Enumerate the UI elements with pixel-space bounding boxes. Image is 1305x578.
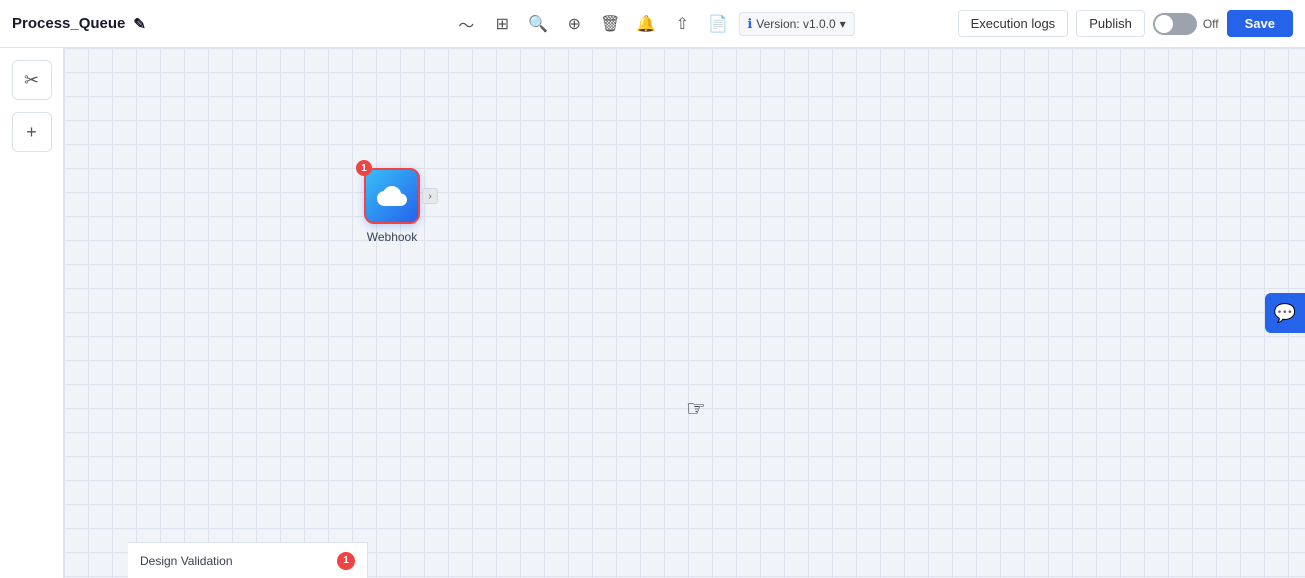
tools-button[interactable]: ✂ xyxy=(12,60,52,100)
curve-tool-button[interactable]: 〜 xyxy=(450,8,482,40)
toggle-wrap: Off xyxy=(1153,13,1219,35)
delete-button[interactable]: 🗑 xyxy=(594,8,626,40)
share-button[interactable]: ⇧ xyxy=(666,8,698,40)
add-button[interactable]: + xyxy=(12,112,52,152)
bell-icon: 🔔 xyxy=(636,14,656,34)
version-label: Version: v1.0.0 xyxy=(756,17,835,31)
chevron-down-icon: ▾ xyxy=(840,17,846,31)
node-expand-arrow[interactable]: › xyxy=(422,188,438,204)
edit-icon[interactable]: ✎ xyxy=(133,15,146,33)
validation-badge: 1 xyxy=(337,552,355,570)
scissors-icon: ✂ xyxy=(24,70,39,91)
file-icon: 📄 xyxy=(708,14,728,34)
bottom-bar: Design Validation 1 xyxy=(128,542,368,578)
zoom-in-button[interactable]: ⊕ xyxy=(558,8,590,40)
cloud-icon xyxy=(377,181,407,211)
chat-widget-button[interactable]: 💬 xyxy=(1265,293,1305,333)
design-validation-label: Design Validation xyxy=(140,554,329,568)
title-area: Process_Queue ✎ xyxy=(12,15,192,33)
file-button[interactable]: 📄 xyxy=(702,8,734,40)
chat-icon: 💬 xyxy=(1274,303,1296,324)
toggle-label: Off xyxy=(1203,17,1219,31)
zoom-out-button[interactable]: 🔍 xyxy=(522,8,554,40)
curve-icon: 〜 xyxy=(458,12,474,36)
grid-icon: ⊞ xyxy=(496,14,509,34)
toggle-switch[interactable] xyxy=(1153,13,1197,35)
publish-button[interactable]: Publish xyxy=(1076,10,1145,37)
page-title: Process_Queue xyxy=(12,15,125,32)
left-sidebar: ✂ + xyxy=(0,48,64,578)
toggle-slider xyxy=(1153,13,1197,35)
node-badge: 1 xyxy=(356,160,372,176)
delete-icon: 🗑 xyxy=(600,14,620,34)
bell-button[interactable]: 🔔 xyxy=(630,8,662,40)
node-box[interactable]: › xyxy=(364,168,420,224)
cursor-pointer: ☞ xyxy=(686,396,706,422)
webhook-node[interactable]: 1 › Webhook xyxy=(364,168,420,244)
zoom-in-icon: ⊕ xyxy=(568,14,581,34)
main-area: ✂ + 1 › Webhook ☞ Design Validation 1 xyxy=(0,48,1305,578)
toolbar-center: 〜 ⊞ 🔍 ⊕ 🗑 🔔 ⇧ 📄 ℹ Version: v1.0.0 ▾ xyxy=(450,8,854,40)
toolbar: Process_Queue ✎ 〜 ⊞ 🔍 ⊕ 🗑 🔔 ⇧ 📄 ℹ Versio xyxy=(0,0,1305,48)
plus-icon: + xyxy=(26,122,37,143)
version-badge[interactable]: ℹ Version: v1.0.0 ▾ xyxy=(738,12,854,36)
execution-logs-button[interactable]: Execution logs xyxy=(958,10,1069,37)
node-label: Webhook xyxy=(367,230,417,244)
share-icon: ⇧ xyxy=(676,14,689,34)
save-button[interactable]: Save xyxy=(1227,10,1293,37)
canvas[interactable]: 1 › Webhook ☞ Design Validation 1 💬 xyxy=(64,48,1305,578)
zoom-out-icon: 🔍 xyxy=(528,14,548,34)
info-icon: ℹ xyxy=(747,16,752,32)
toolbar-right: Execution logs Publish Off Save xyxy=(958,10,1293,37)
grid-tool-button[interactable]: ⊞ xyxy=(486,8,518,40)
